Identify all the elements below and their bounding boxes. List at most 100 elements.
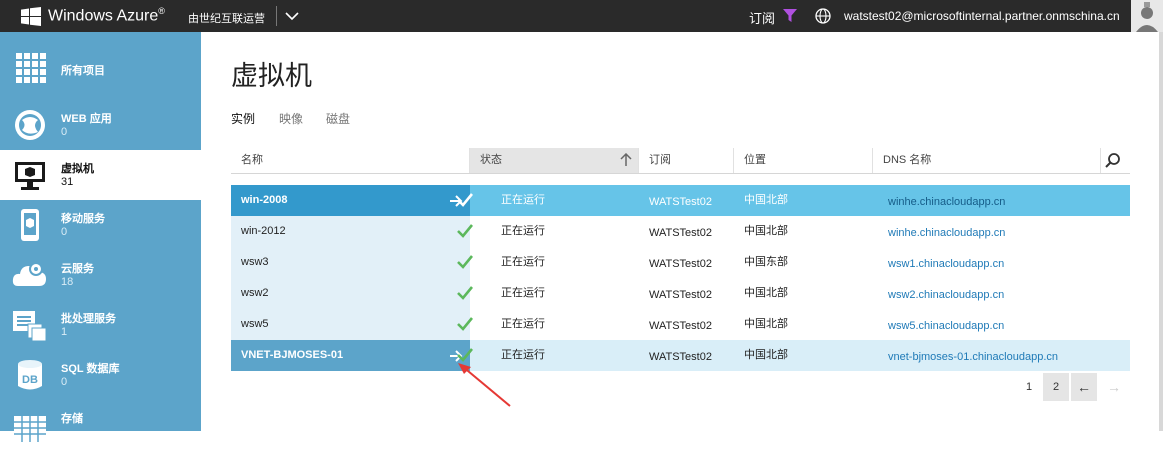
- prev-page-button[interactable]: ←: [1071, 373, 1097, 401]
- search-icon[interactable]: [1104, 152, 1122, 170]
- vm-dns-link[interactable]: wsw5.chinacloudapp.cn: [888, 311, 1004, 342]
- sidebar-item-virtual-machines[interactable]: 虚拟机 31: [0, 150, 201, 200]
- vm-subscription: WATSTest02: [649, 258, 712, 270]
- status-text: 正在运行: [501, 225, 545, 237]
- operator-label: 由世纪互联运营: [188, 13, 265, 25]
- sidebar-item-count: 0: [61, 126, 68, 138]
- globe-icon: [15, 110, 45, 140]
- vm-dns-link[interactable]: vnet-bjmoses-01.chinacloudapp.cn: [888, 342, 1058, 373]
- sidebar-item-count: 1: [61, 326, 68, 338]
- header-divider: [231, 173, 1130, 174]
- table-row[interactable]: VNET-BJMOSES-01 正在运行 WATSTest02 中国北部 vne…: [231, 340, 1130, 371]
- vm-subscription: WATSTest02: [649, 196, 712, 208]
- vm-status: 正在运行: [457, 247, 545, 278]
- sidebar-item-label: 存储: [61, 413, 83, 425]
- divider: [276, 6, 277, 26]
- checkmark-icon: [457, 286, 473, 300]
- user-avatar-icon: [1131, 0, 1163, 32]
- scrollbar-track[interactable]: [1159, 32, 1163, 431]
- page-2-button[interactable]: 2: [1043, 373, 1069, 401]
- annotation-arrow-icon: [458, 363, 511, 407]
- status-text: 正在运行: [501, 256, 545, 268]
- sidebar-item-label: 虚拟机: [61, 163, 94, 175]
- sidebar-item-web-apps[interactable]: WEB 应用 0: [0, 100, 201, 150]
- vm-dns-link[interactable]: wsw2.chinacloudapp.cn: [888, 280, 1004, 311]
- brand-name[interactable]: Windows Azure®: [48, 6, 165, 25]
- sidebar-item-label: 所有项目: [61, 65, 105, 77]
- globe-icon[interactable]: [815, 8, 831, 24]
- vm-dns-link[interactable]: wsw1.chinacloudapp.cn: [888, 249, 1004, 280]
- vm-name[interactable]: VNET-BJMOSES-01: [231, 340, 470, 371]
- vm-name[interactable]: wsw2: [231, 278, 470, 309]
- sidebar-item-all-items[interactable]: 所有项目: [0, 42, 201, 92]
- vm-status: 正在运行: [457, 185, 545, 216]
- table-row[interactable]: wsw5 正在运行 WATSTest02 中国北部 wsw5.chinaclou…: [231, 309, 1130, 340]
- vm-location: 中国北部: [744, 349, 788, 361]
- top-bar: Windows Azure® 由世纪互联运营 订阅 watstest02@mic…: [0, 0, 1163, 32]
- vm-status: 正在运行: [457, 309, 545, 340]
- vm-dns-link[interactable]: winhe.chinacloudapp.cn: [888, 187, 1005, 218]
- sidebar-item-cloud-services[interactable]: 云服务 18: [0, 250, 201, 300]
- next-page-button[interactable]: →: [1101, 373, 1127, 401]
- windows-logo-icon[interactable]: [21, 7, 41, 26]
- account-email[interactable]: watstest02@microsoftinternal.partner.onm…: [844, 9, 1120, 23]
- column-header-subscription[interactable]: 订阅: [639, 148, 734, 173]
- table-row[interactable]: win-2008 正在运行 WATSTest02 中国北部 winhe.chin…: [231, 185, 1130, 216]
- column-header-status[interactable]: 状态: [470, 148, 639, 173]
- vm-subscription: WATSTest02: [649, 320, 712, 332]
- sort-ascending-icon[interactable]: [620, 153, 632, 167]
- vm-status: 正在运行: [457, 216, 545, 247]
- vm-location: 中国东部: [744, 256, 788, 268]
- mobile-icon: [21, 209, 39, 241]
- table-row[interactable]: wsw2 正在运行 WATSTest02 中国北部 wsw2.chinaclou…: [231, 278, 1130, 309]
- vm-dns-link[interactable]: winhe.chinacloudapp.cn: [888, 218, 1005, 249]
- batch-icon: [13, 311, 47, 342]
- vm-location: 中国北部: [744, 287, 788, 299]
- vm-location: 中国北部: [744, 194, 788, 206]
- status-text: 正在运行: [501, 194, 545, 206]
- vm-name[interactable]: wsw5: [231, 309, 470, 340]
- sidebar-item-label: WEB 应用: [61, 113, 112, 125]
- vm-subscription: WATSTest02: [649, 351, 712, 363]
- page-title: 虚拟机: [231, 61, 312, 91]
- avatar[interactable]: [1131, 0, 1163, 32]
- table-row[interactable]: wsw3 正在运行 WATSTest02 中国东部 wsw1.chinaclou…: [231, 247, 1130, 278]
- vm-name[interactable]: win-2012: [231, 216, 470, 247]
- vm-subscription: WATSTest02: [649, 227, 712, 239]
- vm-location: 中国北部: [744, 225, 788, 237]
- cloud-gear-icon: [12, 262, 46, 286]
- checkmark-icon: [457, 317, 473, 331]
- chevron-down-icon[interactable]: [285, 9, 299, 23]
- tab-disks[interactable]: 磁盘: [326, 110, 350, 127]
- sidebar-item-count: 18: [61, 276, 74, 288]
- storage-grid-icon: [14, 416, 46, 442]
- tab-instances[interactable]: 实例: [231, 110, 255, 127]
- tab-images[interactable]: 映像: [279, 110, 303, 127]
- checkmark-icon: [457, 255, 473, 269]
- vm-name[interactable]: wsw3: [231, 247, 470, 278]
- checkmark-icon: [457, 224, 473, 238]
- sidebar-item-storage[interactable]: 存储: [0, 400, 201, 450]
- column-header-dns[interactable]: DNS 名称: [873, 148, 1101, 173]
- sidebar-item-batch-services[interactable]: 批处理服务 1: [0, 300, 201, 350]
- sidebar-item-count: 31: [61, 176, 74, 188]
- sidebar-item-sql-databases[interactable]: DB SQL 数据库 0: [0, 350, 201, 400]
- svg-text:DB: DB: [22, 374, 38, 386]
- column-header-name[interactable]: 名称: [231, 148, 470, 173]
- sidebar: 所有项目 WEB 应用 0 虚拟机 31 移动服务 0 云服务 18 批处理服务…: [0, 32, 201, 442]
- sidebar-item-label: 云服务: [61, 263, 94, 275]
- table-row[interactable]: win-2012 正在运行 WATSTest02 中国北部 winhe.chin…: [231, 216, 1130, 247]
- sidebar-item-mobile-services[interactable]: 移动服务 0: [0, 200, 201, 250]
- vm-location: 中国北部: [744, 318, 788, 330]
- filter-icon[interactable]: [783, 9, 797, 23]
- database-icon: DB: [18, 360, 42, 390]
- column-header-location[interactable]: 位置: [734, 148, 873, 173]
- vm-name[interactable]: win-2008: [231, 185, 470, 216]
- status-text: 正在运行: [501, 287, 545, 299]
- vm-subscription: WATSTest02: [649, 289, 712, 301]
- checkmark-icon: [457, 193, 473, 207]
- grid-icon: [16, 53, 46, 83]
- page-1-button[interactable]: 1: [1016, 373, 1042, 401]
- subscription-label[interactable]: 订阅: [749, 8, 775, 27]
- status-text: 正在运行: [501, 318, 545, 330]
